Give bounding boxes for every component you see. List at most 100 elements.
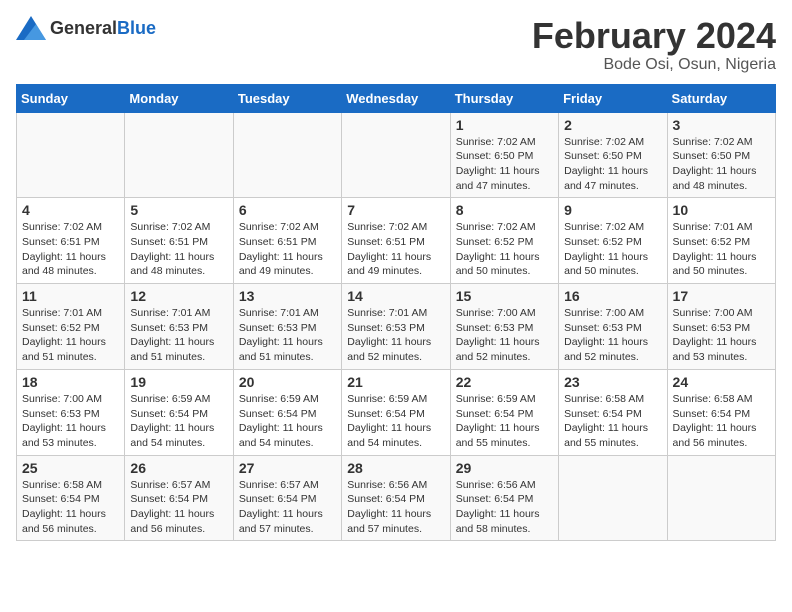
cell-info-text: Sunrise: 6:58 AM Sunset: 6:54 PM Dayligh… [564, 392, 661, 451]
calendar-cell: 18 Sunrise: 7:00 AM Sunset: 6:53 PM Dayli… [17, 369, 125, 455]
cell-day-number: 20 [239, 374, 336, 390]
cell-info-text: Sunrise: 6:59 AM Sunset: 6:54 PM Dayligh… [456, 392, 553, 451]
cell-info-text: Sunrise: 7:00 AM Sunset: 6:53 PM Dayligh… [456, 306, 553, 365]
calendar-cell [667, 455, 775, 541]
main-title: February 2024 [532, 16, 776, 56]
calendar-cell: 3 Sunrise: 7:02 AM Sunset: 6:50 PM Daylig… [667, 112, 775, 198]
calendar-cell: 4 Sunrise: 7:02 AM Sunset: 6:51 PM Daylig… [17, 198, 125, 284]
cell-day-number: 18 [22, 374, 119, 390]
calendar-cell [125, 112, 233, 198]
cell-info-text: Sunrise: 6:56 AM Sunset: 6:54 PM Dayligh… [347, 478, 444, 537]
cell-info-text: Sunrise: 7:01 AM Sunset: 6:53 PM Dayligh… [130, 306, 227, 365]
logo-icon [16, 16, 46, 40]
calendar-cell [342, 112, 450, 198]
week-row-4: 18 Sunrise: 7:00 AM Sunset: 6:53 PM Dayli… [17, 369, 776, 455]
cell-info-text: Sunrise: 7:01 AM Sunset: 6:53 PM Dayligh… [347, 306, 444, 365]
cell-day-number: 21 [347, 374, 444, 390]
week-row-1: 1 Sunrise: 7:02 AM Sunset: 6:50 PM Daylig… [17, 112, 776, 198]
cell-day-number: 5 [130, 202, 227, 218]
cell-info-text: Sunrise: 7:00 AM Sunset: 6:53 PM Dayligh… [673, 306, 770, 365]
cell-day-number: 4 [22, 202, 119, 218]
cell-info-text: Sunrise: 7:02 AM Sunset: 6:51 PM Dayligh… [130, 220, 227, 279]
calendar-cell [559, 455, 667, 541]
calendar-cell: 5 Sunrise: 7:02 AM Sunset: 6:51 PM Daylig… [125, 198, 233, 284]
cell-day-number: 17 [673, 288, 770, 304]
cell-info-text: Sunrise: 7:01 AM Sunset: 6:52 PM Dayligh… [673, 220, 770, 279]
cell-info-text: Sunrise: 7:01 AM Sunset: 6:53 PM Dayligh… [239, 306, 336, 365]
calendar-cell: 28 Sunrise: 6:56 AM Sunset: 6:54 PM Dayli… [342, 455, 450, 541]
calendar-cell: 17 Sunrise: 7:00 AM Sunset: 6:53 PM Dayli… [667, 284, 775, 370]
logo-text-general: General [50, 18, 117, 38]
cell-day-number: 24 [673, 374, 770, 390]
cell-day-number: 13 [239, 288, 336, 304]
col-header-saturday: Saturday [667, 84, 775, 112]
cell-info-text: Sunrise: 7:02 AM Sunset: 6:51 PM Dayligh… [239, 220, 336, 279]
cell-day-number: 28 [347, 460, 444, 476]
cell-info-text: Sunrise: 7:02 AM Sunset: 6:51 PM Dayligh… [347, 220, 444, 279]
cell-day-number: 8 [456, 202, 553, 218]
cell-day-number: 23 [564, 374, 661, 390]
calendar-cell: 19 Sunrise: 6:59 AM Sunset: 6:54 PM Dayli… [125, 369, 233, 455]
cell-info-text: Sunrise: 6:59 AM Sunset: 6:54 PM Dayligh… [239, 392, 336, 451]
cell-info-text: Sunrise: 7:02 AM Sunset: 6:50 PM Dayligh… [673, 135, 770, 194]
calendar-header-row: SundayMondayTuesdayWednesdayThursdayFrid… [17, 84, 776, 112]
calendar-cell: 24 Sunrise: 6:58 AM Sunset: 6:54 PM Dayli… [667, 369, 775, 455]
cell-info-text: Sunrise: 6:57 AM Sunset: 6:54 PM Dayligh… [239, 478, 336, 537]
cell-info-text: Sunrise: 6:56 AM Sunset: 6:54 PM Dayligh… [456, 478, 553, 537]
cell-day-number: 1 [456, 117, 553, 133]
calendar-cell: 14 Sunrise: 7:01 AM Sunset: 6:53 PM Dayli… [342, 284, 450, 370]
cell-day-number: 7 [347, 202, 444, 218]
cell-info-text: Sunrise: 6:57 AM Sunset: 6:54 PM Dayligh… [130, 478, 227, 537]
cell-day-number: 14 [347, 288, 444, 304]
cell-day-number: 2 [564, 117, 661, 133]
calendar-cell: 6 Sunrise: 7:02 AM Sunset: 6:51 PM Daylig… [233, 198, 341, 284]
cell-info-text: Sunrise: 7:02 AM Sunset: 6:50 PM Dayligh… [456, 135, 553, 194]
cell-info-text: Sunrise: 6:59 AM Sunset: 6:54 PM Dayligh… [130, 392, 227, 451]
cell-day-number: 25 [22, 460, 119, 476]
calendar-cell: 27 Sunrise: 6:57 AM Sunset: 6:54 PM Dayli… [233, 455, 341, 541]
col-header-friday: Friday [559, 84, 667, 112]
cell-day-number: 3 [673, 117, 770, 133]
calendar-cell: 25 Sunrise: 6:58 AM Sunset: 6:54 PM Dayli… [17, 455, 125, 541]
calendar-cell: 12 Sunrise: 7:01 AM Sunset: 6:53 PM Dayli… [125, 284, 233, 370]
calendar-cell: 10 Sunrise: 7:01 AM Sunset: 6:52 PM Dayli… [667, 198, 775, 284]
cell-info-text: Sunrise: 7:00 AM Sunset: 6:53 PM Dayligh… [22, 392, 119, 451]
calendar-cell: 7 Sunrise: 7:02 AM Sunset: 6:51 PM Daylig… [342, 198, 450, 284]
calendar-cell: 23 Sunrise: 6:58 AM Sunset: 6:54 PM Dayli… [559, 369, 667, 455]
cell-day-number: 9 [564, 202, 661, 218]
calendar-table: SundayMondayTuesdayWednesdayThursdayFrid… [16, 84, 776, 542]
cell-day-number: 6 [239, 202, 336, 218]
cell-info-text: Sunrise: 7:02 AM Sunset: 6:50 PM Dayligh… [564, 135, 661, 194]
week-row-3: 11Sunrise: 7:01 AM Sunset: 6:52 PM Dayli… [17, 284, 776, 370]
calendar-cell: 8 Sunrise: 7:02 AM Sunset: 6:52 PM Daylig… [450, 198, 558, 284]
week-row-5: 25 Sunrise: 6:58 AM Sunset: 6:54 PM Dayli… [17, 455, 776, 541]
cell-day-number: 12 [130, 288, 227, 304]
calendar-cell: 29 Sunrise: 6:56 AM Sunset: 6:54 PM Dayli… [450, 455, 558, 541]
cell-info-text: Sunrise: 6:59 AM Sunset: 6:54 PM Dayligh… [347, 392, 444, 451]
calendar-cell: 11Sunrise: 7:01 AM Sunset: 6:52 PM Dayli… [17, 284, 125, 370]
calendar-cell: 26 Sunrise: 6:57 AM Sunset: 6:54 PM Dayli… [125, 455, 233, 541]
cell-info-text: Sunrise: 7:02 AM Sunset: 6:51 PM Dayligh… [22, 220, 119, 279]
cell-day-number: 19 [130, 374, 227, 390]
logo: GeneralBlue [16, 16, 156, 40]
calendar-cell: 2 Sunrise: 7:02 AM Sunset: 6:50 PM Daylig… [559, 112, 667, 198]
col-header-monday: Monday [125, 84, 233, 112]
cell-day-number: 29 [456, 460, 553, 476]
cell-info-text: Sunrise: 7:01 AM Sunset: 6:52 PM Dayligh… [22, 306, 119, 365]
calendar-cell: 16Sunrise: 7:00 AM Sunset: 6:53 PM Dayli… [559, 284, 667, 370]
col-header-wednesday: Wednesday [342, 84, 450, 112]
cell-day-number: 27 [239, 460, 336, 476]
cell-info-text: Sunrise: 7:00 AM Sunset: 6:53 PM Dayligh… [564, 306, 661, 365]
cell-day-number: 26 [130, 460, 227, 476]
cell-info-text: Sunrise: 7:02 AM Sunset: 6:52 PM Dayligh… [456, 220, 553, 279]
calendar-cell: 20 Sunrise: 6:59 AM Sunset: 6:54 PM Dayli… [233, 369, 341, 455]
title-area: February 2024 Bode Osi, Osun, Nigeria [532, 16, 776, 74]
calendar-cell: 13 Sunrise: 7:01 AM Sunset: 6:53 PM Dayli… [233, 284, 341, 370]
cell-info-text: Sunrise: 6:58 AM Sunset: 6:54 PM Dayligh… [673, 392, 770, 451]
cell-info-text: Sunrise: 6:58 AM Sunset: 6:54 PM Dayligh… [22, 478, 119, 537]
col-header-tuesday: Tuesday [233, 84, 341, 112]
logo-text-blue: Blue [117, 18, 156, 38]
cell-day-number: 10 [673, 202, 770, 218]
calendar-cell [17, 112, 125, 198]
cell-day-number: 15 [456, 288, 553, 304]
